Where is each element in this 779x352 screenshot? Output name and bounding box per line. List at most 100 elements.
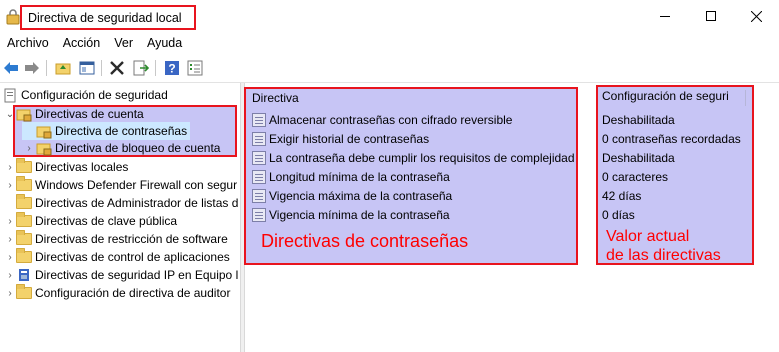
properties-button[interactable] [186, 59, 204, 77]
tree-item-label: Windows Defender Firewall con segur [35, 178, 238, 192]
delete-icon [110, 61, 124, 75]
chevron-right-icon[interactable]: › [22, 139, 36, 157]
column-header-configuracion[interactable]: Configuración de seguri [602, 89, 729, 103]
toolbar-separator [46, 60, 47, 76]
policy-icon [252, 113, 266, 127]
tree-item-label: Configuración de directiva de auditor [35, 286, 231, 300]
help-icon: ? [165, 61, 179, 76]
folder-lock-icon [36, 126, 52, 139]
tree-item-label: Directivas de seguridad IP en Equipo l [35, 268, 239, 282]
policy-value: 0 contraseñas recordadas [602, 132, 741, 146]
tree-item-clave-publica[interactable]: › Directivas de clave pública [4, 212, 177, 230]
policy-value: 42 días [602, 189, 642, 203]
policy-icon [252, 170, 266, 184]
help-button[interactable]: ? [163, 59, 181, 77]
forward-button[interactable] [23, 59, 41, 77]
column-divider[interactable] [745, 90, 746, 106]
policy-icon [252, 208, 266, 222]
chevron-right-icon[interactable]: › [4, 158, 16, 176]
back-arrow-icon [4, 62, 18, 74]
policy-value: Deshabilitada [602, 113, 675, 127]
minimize-button[interactable] [642, 0, 688, 32]
tree-item-label: Directivas de control de aplicaciones [35, 250, 230, 264]
policy-value: 0 caracteres [602, 170, 669, 184]
policy-icon [252, 151, 266, 165]
annotation-values-line2: de las directivas [606, 247, 721, 264]
policy-icon [252, 189, 266, 203]
window-title: Directiva de seguridad local [28, 11, 182, 25]
policy-value: Deshabilitada [602, 151, 675, 165]
forward-arrow-icon [25, 62, 39, 74]
list-item[interactable]: Vigencia máxima de la contraseña [252, 187, 452, 205]
tree-item-admin-listas[interactable]: Directivas de Administrador de listas d [4, 194, 238, 212]
tree-item-label: Directivas de clave pública [35, 214, 178, 228]
list-item[interactable]: Longitud mínima de la contraseña [252, 168, 450, 186]
export-list-button[interactable] [132, 59, 150, 77]
chevron-down-icon[interactable]: ⌄ [4, 105, 16, 123]
policy-name: Longitud mínima de la contraseña [269, 170, 450, 184]
column-header-directiva[interactable]: Directiva [252, 91, 299, 105]
tree-item-firewall[interactable]: › Windows Defender Firewall con segur [4, 176, 237, 194]
tree-item-label: Directiva de contraseñas [55, 124, 188, 138]
window-title-outline: Directiva de seguridad local [20, 5, 196, 30]
tree-item-label: Directivas locales [35, 160, 129, 174]
menu-ayuda[interactable]: Ayuda [140, 34, 189, 54]
tree-item-directiva-contrasenas[interactable]: Directiva de contraseñas [22, 122, 191, 140]
tree-item-directivas-locales[interactable]: › Directivas locales [4, 158, 128, 176]
folder-icon [16, 230, 32, 245]
list-item[interactable]: Exigir historial de contraseñas [252, 130, 429, 148]
annotation-values: Valor actual de las directivas [606, 227, 721, 265]
svg-text:?: ? [168, 62, 175, 76]
security-settings-icon [4, 88, 16, 103]
chevron-right-icon[interactable]: › [4, 176, 16, 194]
tree-item-label: Directivas de restricción de software [35, 232, 228, 246]
tree-item-restriccion-software[interactable]: › Directivas de restricción de software [4, 230, 228, 248]
maximize-button[interactable] [688, 0, 734, 32]
toolbar-separator [101, 60, 102, 76]
chevron-right-icon[interactable]: › [4, 248, 16, 266]
chevron-right-icon[interactable]: › [4, 284, 16, 302]
tree-item-control-aplicaciones[interactable]: › Directivas de control de aplicaciones [4, 248, 230, 266]
up-button[interactable] [54, 59, 72, 77]
folder-icon [16, 158, 32, 173]
tree-item-auditoria[interactable]: › Configuración de directiva de auditor [4, 284, 230, 302]
close-icon [750, 10, 762, 22]
folder-icon [16, 248, 32, 263]
menu-accion[interactable]: Acción [56, 34, 108, 54]
policy-name: Vigencia máxima de la contraseña [269, 189, 453, 203]
tree-item-seguridad-ip[interactable]: › Directivas de seguridad IP en Equipo l [4, 266, 238, 284]
security-policy-icon [6, 9, 20, 25]
folder-icon [16, 212, 32, 227]
annotation-values-line1: Valor actual [606, 228, 690, 245]
tree-root-label: Configuración de seguridad [21, 88, 168, 102]
tree-item-directiva-bloqueo[interactable]: › Directiva de bloqueo de cuenta [22, 139, 220, 157]
policy-name: La contraseña debe cumplir los requisito… [269, 151, 575, 165]
list-item[interactable]: La contraseña debe cumplir los requisito… [252, 149, 575, 167]
chevron-right-icon[interactable]: › [4, 266, 16, 284]
close-button[interactable] [733, 0, 779, 32]
list-item[interactable]: Vigencia mínima de la contraseña [252, 206, 450, 224]
show-hide-tree-button[interactable] [78, 59, 96, 77]
list-item[interactable]: Almacenar contraseñas con cifrado revers… [252, 111, 512, 129]
policy-name: Vigencia mínima de la contraseña [269, 208, 450, 222]
tree-item-directivas-cuenta[interactable]: ⌄ Directivas de cuenta [4, 105, 144, 123]
tree-item-label: Directiva de bloqueo de cuenta [55, 141, 221, 155]
folder-lock-icon [16, 109, 32, 122]
delete-button[interactable] [108, 59, 126, 77]
tree-root[interactable]: Configuración de seguridad [2, 86, 168, 104]
tree-item-label: Directivas de Administrador de listas d [35, 196, 239, 210]
folder-icon [16, 284, 32, 299]
folder-icon [16, 194, 32, 209]
tree-item-label: Directivas de cuenta [35, 107, 144, 121]
annotation-policies: Directivas de contraseñas [261, 231, 469, 251]
properties-icon [187, 60, 203, 76]
back-button[interactable] [2, 59, 20, 77]
title-bar: Directiva de seguridad local [0, 0, 779, 34]
chevron-right-icon[interactable]: › [4, 212, 16, 230]
show-hide-tree-icon [79, 61, 95, 75]
policy-value: 0 días [602, 208, 635, 222]
menu-ver[interactable]: Ver [107, 34, 140, 54]
menu-archivo[interactable]: Archivo [0, 34, 56, 54]
menu-bar: Archivo Acción Ver Ayuda [0, 34, 779, 54]
chevron-right-icon[interactable]: › [4, 230, 16, 248]
